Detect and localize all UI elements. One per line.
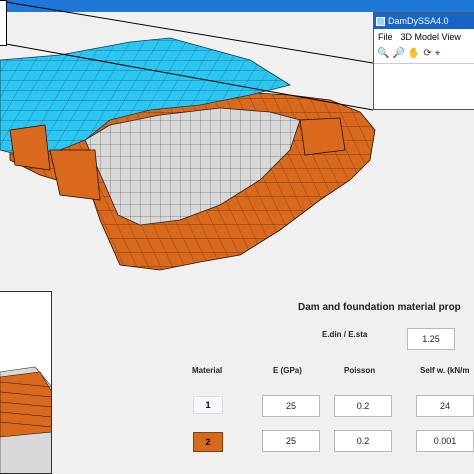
edin-input[interactable]: 1.25 bbox=[407, 328, 455, 350]
material-1-poisson-input[interactable]: 0.2 bbox=[334, 395, 392, 417]
material-2-e-input[interactable]: 25 bbox=[262, 430, 320, 452]
header-material: Material bbox=[192, 366, 223, 375]
panel-title: Dam and foundation material prop bbox=[298, 302, 461, 313]
pan-icon[interactable]: ✋ bbox=[408, 48, 420, 60]
app-window[interactable]: DamDySSA4.0 File 3D Model View 🔍 🔎 ✋ ⟳ ⌖ bbox=[373, 12, 474, 110]
material-2-swatch[interactable]: 2 bbox=[193, 432, 223, 452]
edin-label: E.din / E.sta bbox=[322, 330, 368, 339]
window-title: DamDySSA4.0 bbox=[388, 16, 449, 26]
header-e: E (GPa) bbox=[273, 366, 302, 375]
header-poisson: Poisson bbox=[344, 366, 376, 375]
window-title-bar[interactable]: DamDySSA4.0 bbox=[374, 13, 474, 29]
menu-3d-model-view[interactable]: 3D Model View bbox=[401, 29, 461, 45]
zoom-out-icon[interactable]: 🔎 bbox=[392, 48, 404, 60]
material-2-poisson-input[interactable]: 0.2 bbox=[334, 430, 392, 452]
material-2-selfw-input[interactable]: 0.001 bbox=[416, 430, 474, 452]
material-1-e-input[interactable]: 25 bbox=[262, 395, 320, 417]
menu-file[interactable]: File bbox=[378, 29, 393, 45]
inset-view-bottom-left bbox=[0, 291, 52, 474]
zoom-in-icon[interactable]: 🔍 bbox=[377, 48, 389, 60]
material-1-swatch[interactable]: 1 bbox=[193, 396, 223, 414]
header-selfw: Self w. (kN/m bbox=[420, 366, 470, 375]
rotate-icon[interactable]: ⟳ bbox=[423, 48, 431, 60]
toolbar: 🔍 🔎 ✋ ⟳ ⌖ bbox=[374, 45, 474, 64]
menu-bar: File 3D Model View bbox=[374, 29, 474, 45]
app-icon bbox=[376, 16, 385, 26]
material-1-selfw-input[interactable]: 24 bbox=[416, 395, 474, 417]
datatip-icon[interactable]: ⌖ bbox=[435, 48, 441, 60]
